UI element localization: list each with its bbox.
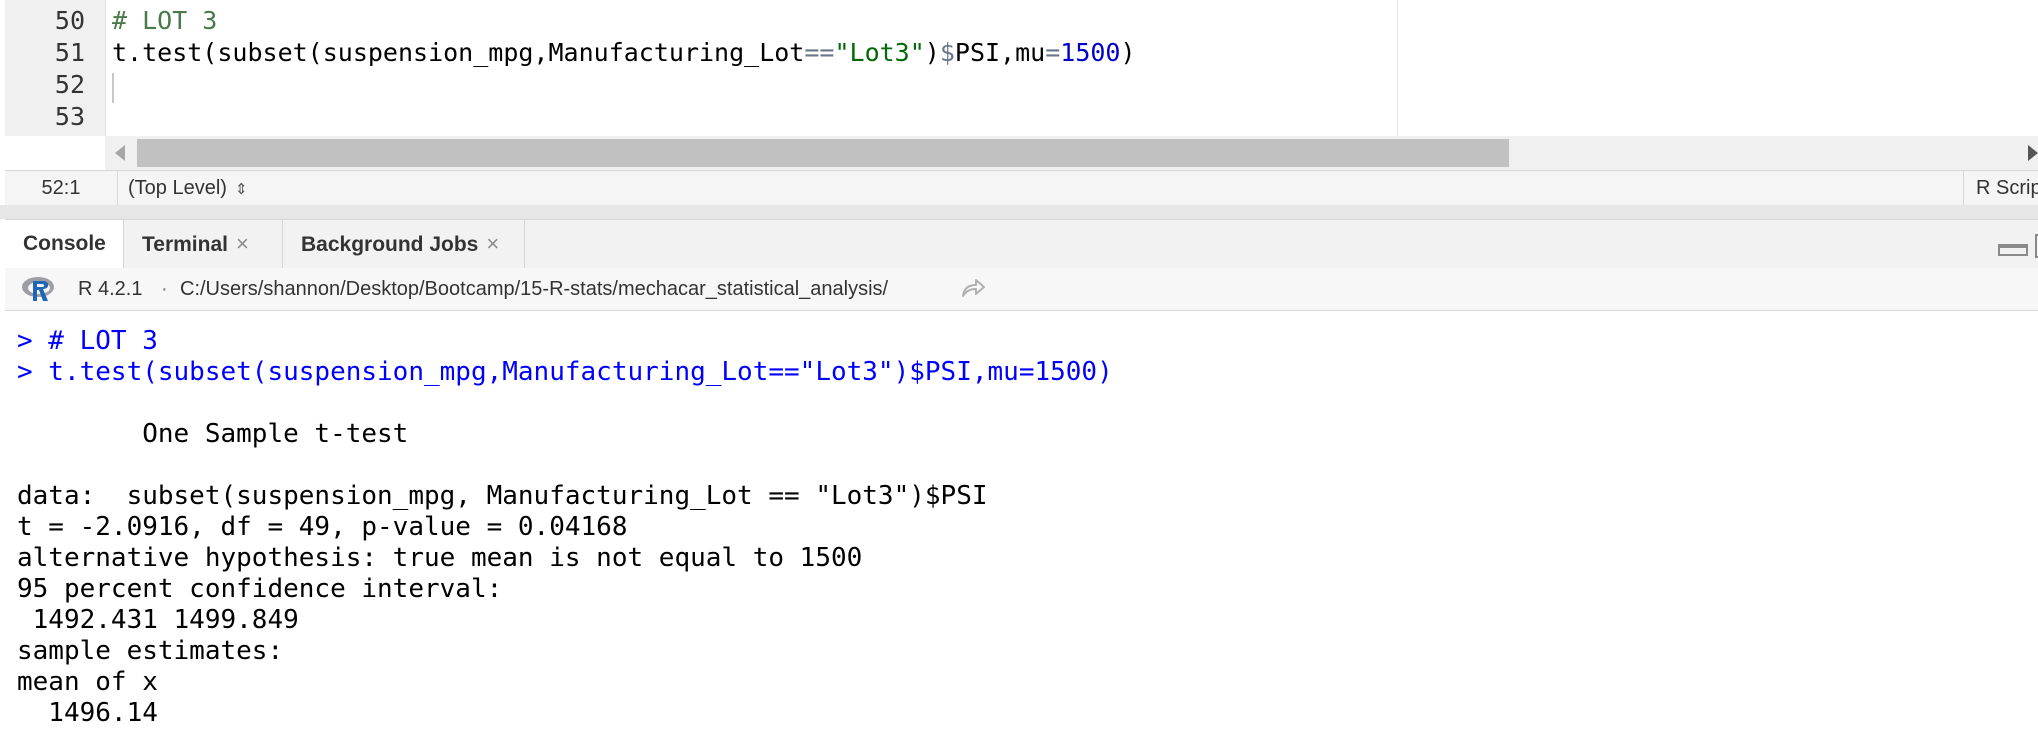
code-string: "Lot3" bbox=[834, 38, 925, 67]
cursor-position: 52:1 bbox=[5, 171, 118, 205]
code-paren: ) bbox=[1120, 38, 1136, 67]
code-number: 1500 bbox=[1060, 38, 1121, 67]
output-line: 1492.431 1499.849 bbox=[17, 605, 299, 635]
output-line: sample estimates: bbox=[17, 636, 284, 666]
code-line-51[interactable]: t.test(subset(suspension_mpg,Manufacturi… bbox=[112, 37, 1136, 69]
output-line: mean of x bbox=[17, 667, 158, 697]
code-comment: # LOT 3 bbox=[112, 6, 218, 35]
scroll-left-icon[interactable] bbox=[115, 145, 125, 161]
code-area[interactable]: # LOT 3 t.test(subset(suspension_mpg,Man… bbox=[112, 0, 1397, 136]
output-line: data: subset(suspension_mpg, Manufacturi… bbox=[17, 481, 988, 511]
tab-background-jobs[interactable]: Background Jobs × bbox=[283, 220, 525, 268]
code-line-50[interactable]: # LOT 3 bbox=[112, 5, 217, 37]
text-cursor bbox=[112, 73, 114, 103]
working-directory: C:/Users/shannon/Desktop/Bootcamp/15-R-s… bbox=[180, 278, 889, 300]
line-number: 50 bbox=[54, 6, 85, 35]
horizontal-scrollbar[interactable] bbox=[105, 136, 2038, 170]
output-title: One Sample t-test bbox=[17, 419, 409, 449]
pane-splitter[interactable] bbox=[0, 205, 2038, 219]
code-call: t.test(subset(suspension_mpg,Manufacturi… bbox=[112, 38, 805, 67]
close-icon[interactable]: × bbox=[486, 231, 499, 256]
chevron-updown-icon: ⇕ bbox=[234, 181, 248, 198]
source-editor[interactable]: 50 51 52 53 # LOT 3 t.test(subset(suspen… bbox=[0, 0, 2038, 206]
console-command: > # LOT 3 bbox=[17, 326, 158, 356]
r-version: R 4.2.1 bbox=[78, 278, 143, 300]
output-line: t = -2.0916, df = 49, p-value = 0.04168 bbox=[17, 512, 628, 542]
code-operator: = bbox=[1045, 38, 1061, 67]
editor-status-bar: 52:1 (Top Level) ⇕ R Script bbox=[5, 170, 2038, 206]
close-icon[interactable]: × bbox=[236, 231, 249, 256]
line-number: 53 bbox=[54, 102, 85, 131]
console-command: > t.test(subset(suspension_mpg,Manufactu… bbox=[17, 357, 1113, 387]
minimize-icon[interactable] bbox=[1998, 244, 2028, 256]
scope-selector[interactable]: (Top Level) ⇕ bbox=[128, 171, 248, 205]
output-line: alternative hypothesis: true mean is not… bbox=[17, 543, 863, 573]
print-margin-line bbox=[1397, 0, 1398, 136]
file-type-selector[interactable]: R Script bbox=[1963, 171, 2038, 205]
line-number: 52 bbox=[54, 70, 85, 99]
line-number-gutter: 50 51 52 53 bbox=[5, 0, 106, 136]
scroll-right-icon[interactable] bbox=[2028, 145, 2038, 161]
console-pane: Console Terminal × Background Jobs × R 4.2… bbox=[0, 219, 2038, 751]
code-paren: ) bbox=[924, 38, 940, 67]
output-line: 1496.14 bbox=[17, 698, 158, 728]
tab-label: Background Jobs bbox=[301, 233, 479, 256]
path-separator: · bbox=[161, 278, 168, 300]
tab-label: Console bbox=[23, 232, 106, 255]
code-operator: $ bbox=[939, 38, 955, 67]
line-number: 51 bbox=[54, 38, 85, 67]
code-operator: == bbox=[804, 38, 835, 67]
r-logo-icon bbox=[22, 277, 54, 301]
console-tabbar: Console Terminal × Background Jobs × bbox=[5, 219, 2038, 269]
scrollbar-thumb[interactable] bbox=[137, 139, 1509, 167]
console-path-bar: R 4.2.1 · C:/Users/shannon/Desktop/Bootc… bbox=[5, 268, 2038, 311]
tab-console[interactable]: Console bbox=[5, 220, 124, 269]
scope-label: (Top Level) bbox=[128, 177, 227, 199]
tab-terminal[interactable]: Terminal × bbox=[124, 220, 283, 268]
tab-label: Terminal bbox=[142, 233, 228, 256]
code-arg: PSI,mu bbox=[954, 38, 1046, 67]
share-arrow-icon[interactable] bbox=[960, 277, 986, 299]
output-line: 95 percent confidence interval: bbox=[17, 574, 503, 604]
